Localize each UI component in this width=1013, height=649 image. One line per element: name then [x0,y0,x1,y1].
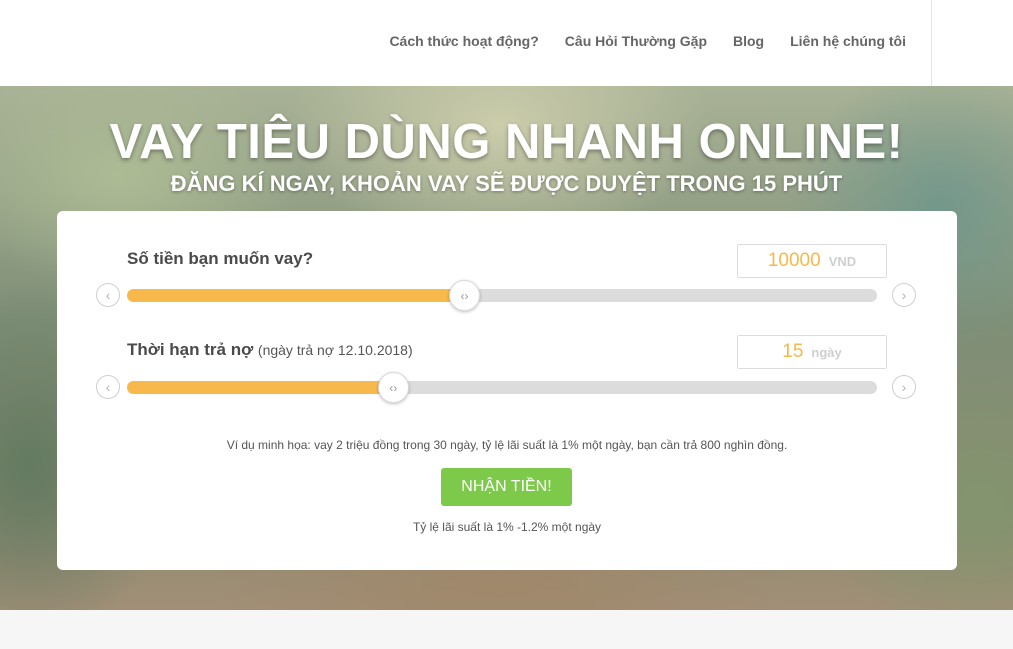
term-slider[interactable]: ‹› [127,372,877,403]
term-slider-handle[interactable]: ‹› [377,372,409,403]
term-decrease-button[interactable]: ‹ [96,375,120,399]
amount-unit: VND [828,253,857,269]
term-value-field[interactable]: 15 ngày [737,335,887,369]
term-unit: ngày [811,344,842,360]
chevrons-left-right-icon: ‹› [389,380,398,395]
term-slider-fill [127,381,394,394]
amount-slider[interactable]: ‹› [127,280,877,311]
term-label: Thời hạn trả nợ (ngày trả nợ 12.10.2018) [127,340,413,360]
amount-increase-button[interactable]: › [892,283,916,307]
chevron-left-icon: ‹ [105,287,111,303]
footer-area [0,610,1013,649]
chevron-right-icon: › [901,379,907,395]
chevrons-left-right-icon: ‹› [460,288,469,303]
amount-label-text: Số tiền bạn muốn vay? [127,249,314,268]
hero-title: VAY TIÊU DÙNG NHANH ONLINE! [109,115,904,169]
chevron-right-icon: › [901,287,907,303]
term-value: 15 [782,341,804,362]
term-due-date-hint: (ngày trả nợ 12.10.2018) [257,342,413,358]
loan-calculator-card: Số tiền bạn muốn vay? 10000 VND ‹ ‹› › T… [57,211,957,570]
interest-rate-text: Tỷ lệ lãi suất là 1% -1.2% một ngày [412,520,602,534]
hero-subtitle: ĐĂNG KÍ NGAY, KHOẢN VAY SẼ ĐƯỢC DUYỆT TR… [170,171,843,196]
nav-item-faq[interactable]: Câu Hỏi Thường Gặp [565,33,707,49]
example-text: Ví dụ minh họa: vay 2 triệu đồng trong 3… [226,438,788,452]
nav-item-how-it-works[interactable]: Cách thức hoạt động? [389,33,538,49]
amount-label: Số tiền bạn muốn vay? [127,249,313,269]
nav-item-blog[interactable]: Blog [733,33,764,49]
term-increase-button[interactable]: › [892,375,916,399]
chevron-left-icon: ‹ [105,379,111,395]
site-logo[interactable] [58,20,198,36]
amount-value-field[interactable]: 10000 VND [737,244,887,278]
term-label-text: Thời hạn trả nợ [127,340,254,359]
site-header: Cách thức hoạt động? Câu Hỏi Thường Gặp … [0,0,1013,86]
main-nav: Cách thức hoạt động? Câu Hỏi Thường Gặp … [389,33,906,49]
header-divider [931,0,932,86]
get-money-button[interactable]: NHẬN TIỀN! [441,468,572,506]
amount-decrease-button[interactable]: ‹ [96,283,120,307]
amount-value: 10000 [767,250,821,271]
amount-slider-fill [127,289,465,302]
nav-item-contact[interactable]: Liên hệ chúng tôi [790,33,906,49]
hero-section: VAY TIÊU DÙNG NHANH ONLINE! ĐĂNG KÍ NGAY… [0,86,1013,610]
amount-slider-handle[interactable]: ‹› [449,280,480,311]
